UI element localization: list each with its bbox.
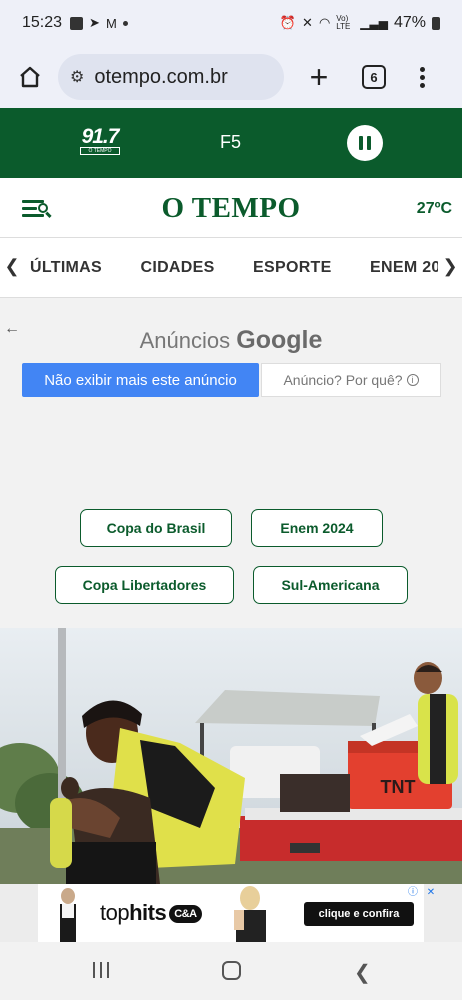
why-ad-button[interactable]: Anúncio? Por quê? i <box>261 363 441 397</box>
status-time: 15:23 <box>22 14 63 31</box>
home-button[interactable] <box>14 61 46 93</box>
close-ad-icon[interactable]: ✕ <box>424 886 438 900</box>
chip-copa-libertadores[interactable]: Copa Libertadores <box>55 566 234 604</box>
news-photo[interactable]: TNT <box>0 628 462 884</box>
signal-icon: ▁▃▅ <box>360 16 388 30</box>
network-label: Vo) LTE <box>336 14 351 31</box>
radio-logo[interactable]: 91.7 O TEMPO <box>80 126 120 155</box>
system-back-button[interactable]: ❮ <box>354 960 371 985</box>
wifi-icon: ◠ <box>318 15 331 30</box>
nav-item-cidades[interactable]: CIDADES <box>140 238 214 297</box>
bottom-banner-ad: tophits C&A clique e confira ⓘ ✕ <box>0 884 462 942</box>
category-nav: ❮ ÚLTIMAS CIDADES ESPORTE ENEM 202 ❯ <box>0 238 462 298</box>
ca-logo-badge: C&A <box>169 905 202 924</box>
chip-sul-americana[interactable]: Sul-Americana <box>253 566 408 604</box>
battery-percent: 47% <box>393 14 426 31</box>
telegram-notification-icon: ➤ <box>89 15 100 30</box>
hide-ad-button[interactable]: Não exibir mais este anúncio <box>22 363 259 397</box>
chip-copa-do-brasil[interactable]: Copa do Brasil <box>80 509 232 547</box>
banner-ad-content[interactable]: tophits C&A clique e confira <box>38 884 424 942</box>
tab-switcher-button[interactable]: 6 <box>362 65 386 89</box>
tophits-logo: tophits C&A <box>100 900 202 926</box>
nav-item-ultimas[interactable]: ÚLTIMAS <box>30 238 102 297</box>
new-tab-button[interactable]: + <box>304 61 334 93</box>
battery-icon <box>432 16 440 30</box>
url-text: otempo.com.br <box>94 65 228 88</box>
system-home-button[interactable] <box>222 961 241 980</box>
browser-menu-button[interactable] <box>420 66 425 88</box>
ad-title: Anúncios Google <box>139 326 323 354</box>
ad-cta-button[interactable]: clique e confira <box>304 902 414 926</box>
kebab-dot <box>420 82 425 88</box>
chevron-left-icon[interactable]: ❮ <box>2 256 22 277</box>
gmail-notification-icon: M <box>105 15 117 31</box>
crate-label: TNT <box>381 777 416 797</box>
radio-pause-button[interactable] <box>347 125 383 161</box>
status-bar: 15:23 ➤ M ⏰ ✕ ◠ Vo) LTE ▁▃▅ 47% <box>0 0 462 46</box>
kebab-dot <box>420 74 425 80</box>
adchoices-icon[interactable]: ⓘ <box>406 886 420 900</box>
google-ad-area: ← Anúncios Google Não exibir mais este a… <box>0 298 462 628</box>
radio-station-label: F5 <box>220 132 242 152</box>
pause-icon <box>359 136 363 150</box>
nav-item-enem[interactable]: ENEM 202 <box>370 238 438 297</box>
nav-item-esporte[interactable]: ESPORTE <box>253 238 332 297</box>
system-navigation-bar: ❮ <box>0 942 462 1000</box>
chip-enem-2024[interactable]: Enem 2024 <box>251 509 383 547</box>
radio-player-bar: 91.7 O TEMPO F5 <box>0 108 462 178</box>
address-bar[interactable]: ⚙ otempo.com.br <box>58 54 284 100</box>
home-icon <box>20 66 40 88</box>
more-notifications-icon <box>122 20 128 26</box>
chevron-right-icon[interactable]: ❯ <box>440 256 460 277</box>
weather-temperature: 27ºC <box>416 200 452 217</box>
mute-icon: ✕ <box>302 15 313 30</box>
site-logo[interactable]: O TEMPO <box>0 192 462 225</box>
alarm-icon: ⏰ <box>279 15 297 30</box>
gallery-notification-icon <box>70 16 84 30</box>
site-settings-icon[interactable]: ⚙ <box>70 67 84 87</box>
recents-button[interactable] <box>93 962 109 978</box>
site-header: O TEMPO 27ºC <box>0 178 462 238</box>
info-icon: i <box>406 374 419 386</box>
plus-icon: + <box>309 59 329 95</box>
football-training-photo: TNT <box>0 628 462 884</box>
kebab-dot <box>420 66 425 72</box>
browser-toolbar: ⚙ otempo.com.br + 6 <box>0 46 462 108</box>
